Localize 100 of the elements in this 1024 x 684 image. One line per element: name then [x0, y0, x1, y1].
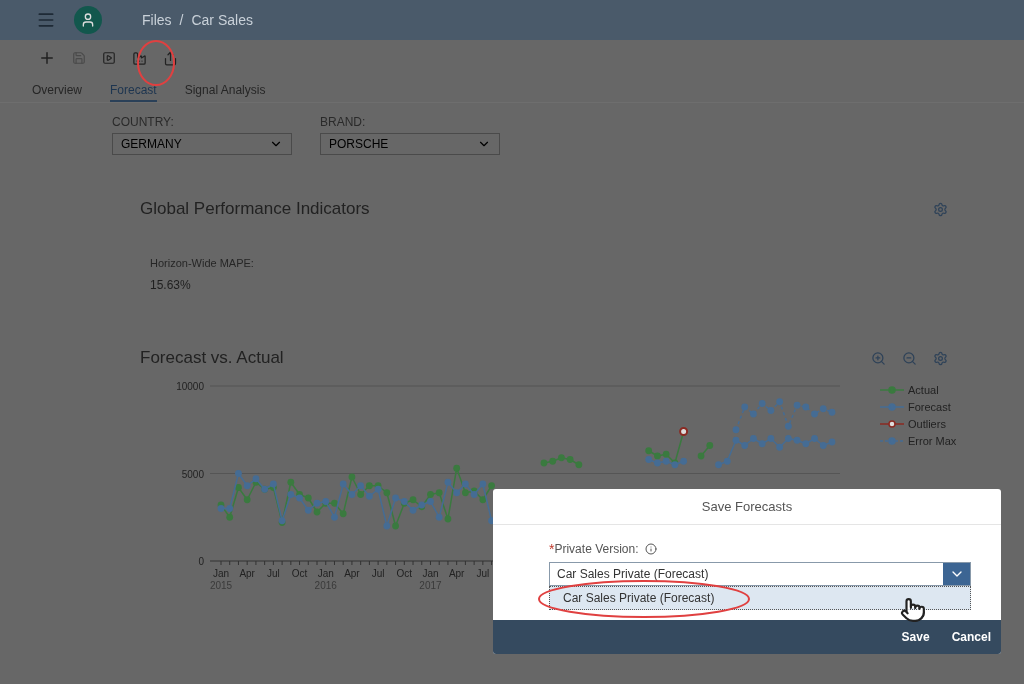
- point: [304, 494, 312, 502]
- point: [453, 464, 461, 472]
- breadcrumb-link[interactable]: Files: [142, 12, 172, 28]
- point: [802, 440, 810, 448]
- point: [558, 454, 565, 462]
- zoom-out-icon[interactable]: [902, 350, 917, 366]
- axis-label: Jul: [266, 568, 280, 579]
- point: [357, 491, 365, 498]
- hand-cursor-icon: [900, 597, 926, 623]
- point: [662, 457, 670, 465]
- tab[interactable]: Overview: [32, 76, 82, 102]
- filter-select[interactable]: GERMANY: [112, 133, 292, 155]
- point: [549, 457, 557, 465]
- legend-marker: [880, 420, 904, 428]
- point: [357, 482, 365, 490]
- menu-icon[interactable]: [36, 10, 56, 30]
- tab[interactable]: Signal Analysis: [184, 76, 266, 102]
- breadcrumb-current: Car Sales: [191, 12, 253, 28]
- settings-icon[interactable]: [933, 350, 948, 366]
- point: [235, 484, 242, 491]
- save-icon[interactable]: [72, 51, 86, 65]
- point: [479, 496, 487, 504]
- legend-marker: [880, 403, 904, 411]
- point: [269, 480, 277, 488]
- point: [339, 510, 347, 518]
- point: [793, 436, 801, 444]
- point: [732, 426, 740, 434]
- point: [828, 438, 836, 446]
- point: [383, 489, 391, 497]
- point: [287, 491, 295, 498]
- point: [758, 400, 766, 407]
- share-icon[interactable]: [163, 50, 178, 66]
- point: [296, 494, 303, 502]
- axis-label: Oct: [291, 568, 308, 579]
- avatar-icon[interactable]: [74, 6, 102, 34]
- point: [767, 407, 775, 414]
- point: [243, 496, 251, 504]
- breadcrumb-separator: /: [179, 12, 184, 28]
- legend-label: Error Max: [908, 435, 957, 447]
- point: [645, 447, 653, 455]
- cancel-button[interactable]: Cancel: [951, 630, 991, 644]
- zoom-in-icon[interactable]: [871, 350, 886, 366]
- highlight-ellipse: [137, 40, 175, 86]
- point: [226, 513, 234, 521]
- legend-label: Forecast: [908, 401, 951, 413]
- axis-label: Apr: [239, 568, 255, 579]
- axis-label: Oct: [396, 568, 413, 579]
- point: [811, 410, 818, 418]
- point: [654, 459, 661, 467]
- point: [470, 491, 478, 498]
- point: [776, 398, 784, 406]
- point: [741, 442, 749, 449]
- point: [723, 457, 731, 465]
- point: [339, 480, 347, 488]
- axis-label: 10000: [176, 381, 204, 392]
- point: [462, 489, 469, 497]
- point: [828, 408, 836, 416]
- legend-marker: [880, 437, 904, 445]
- point: [706, 442, 714, 449]
- point: [243, 482, 251, 490]
- point: [697, 452, 705, 460]
- point: [784, 422, 792, 430]
- version-combobox[interactable]: Car Sales Private (Forecast): [549, 562, 971, 586]
- point: [750, 410, 757, 418]
- point: [287, 478, 295, 486]
- axis-label: Apr: [448, 568, 465, 579]
- point: [348, 473, 356, 481]
- metric-value: 15.63%: [150, 278, 192, 292]
- legend-label: Outliers: [908, 418, 946, 430]
- point: [819, 442, 827, 449]
- filter-select[interactable]: PORSCHE: [320, 133, 500, 155]
- required-mark: *: [549, 541, 555, 557]
- info-icon[interactable]: [644, 543, 657, 555]
- point: [435, 513, 443, 521]
- save-button[interactable]: Save: [901, 630, 930, 644]
- point: [409, 506, 417, 514]
- add-icon[interactable]: [38, 49, 56, 67]
- point: [383, 522, 391, 530]
- dropdown-option[interactable]: Car Sales Private (Forecast): [549, 586, 971, 610]
- point: [662, 450, 670, 458]
- settings-icon[interactable]: [933, 201, 948, 217]
- point: [776, 443, 784, 451]
- point: [313, 508, 321, 516]
- point: [444, 478, 452, 486]
- point: [331, 513, 338, 521]
- play-icon[interactable]: [102, 51, 116, 65]
- point: [784, 435, 792, 442]
- field-label: Private Version:: [554, 542, 639, 556]
- point: [444, 515, 452, 523]
- point: [365, 492, 373, 500]
- point: [819, 405, 827, 413]
- dropdown-button[interactable]: [943, 563, 970, 585]
- point: [793, 401, 801, 409]
- dialog-title: Save Forecasts: [701, 499, 793, 514]
- factory-icon[interactable]: [132, 50, 147, 66]
- point: [488, 482, 495, 490]
- point: [575, 461, 583, 469]
- axis-label: Apr: [344, 568, 360, 579]
- point: [566, 456, 574, 463]
- axis-label: Jul: [371, 568, 385, 579]
